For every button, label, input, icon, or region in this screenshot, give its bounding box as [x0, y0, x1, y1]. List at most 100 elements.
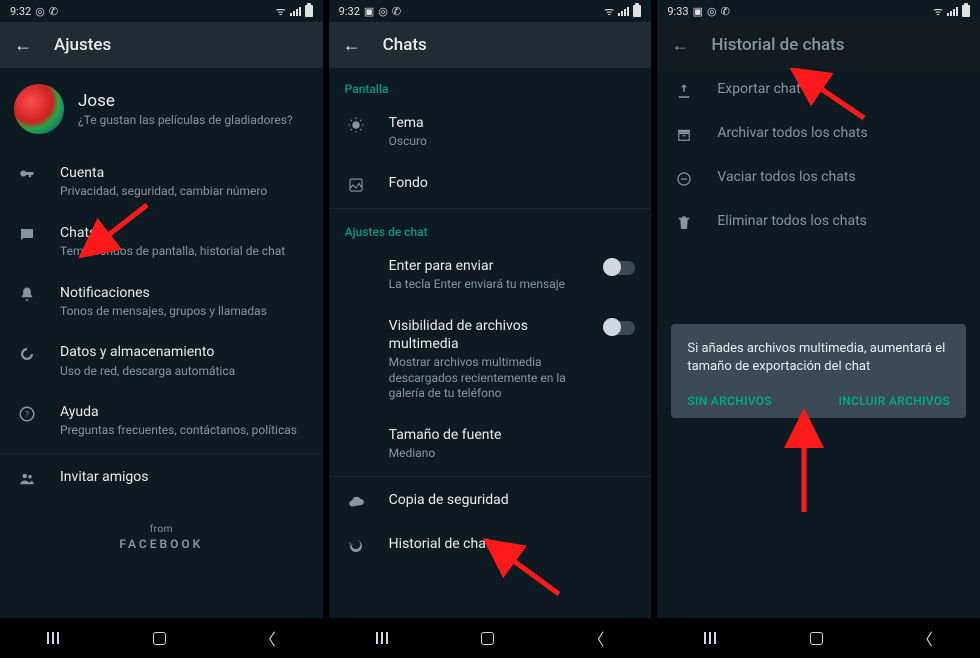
status-icon: ◎	[35, 5, 45, 18]
status-icon: ▣	[693, 5, 703, 18]
chats-item-backup[interactable]: Copia de seguridad	[329, 479, 652, 523]
nav-back[interactable]: 〈	[588, 626, 604, 650]
dialog-include-files-button[interactable]: INCLUIR ARCHIVOS	[838, 394, 950, 408]
nav-home[interactable]	[153, 632, 166, 645]
nav-recents[interactable]	[376, 632, 388, 644]
help-icon: ?	[16, 405, 38, 423]
arrow-annotation	[779, 430, 829, 524]
dialog-message: Si añades archivos multimedia, aumentará…	[687, 340, 950, 376]
history-item-delete[interactable]: Eliminar todos los chats	[657, 200, 980, 244]
item-title: Vaciar todos los chats	[717, 168, 964, 186]
item-title: Tema	[389, 114, 636, 132]
nav-back[interactable]: 〈	[917, 626, 933, 650]
nav-home[interactable]	[481, 632, 494, 645]
profile-status: ¿Te gustan las películas de gladiadores?	[78, 113, 293, 127]
people-icon	[16, 470, 38, 488]
page-title: Historial de chats	[711, 35, 844, 55]
status-time: 9:32	[10, 5, 31, 18]
status-icon: ✆	[721, 5, 730, 18]
item-sub: Mediano	[389, 446, 636, 462]
item-sub: Tonos de mensajes, grupos y llamadas	[60, 304, 307, 320]
footer-brand: from FACEBOOK	[0, 524, 323, 551]
item-title: Cuenta	[60, 164, 307, 182]
page-title: Ajustes	[54, 35, 111, 55]
export-dialog: Si añades archivos multimedia, aumentará…	[671, 324, 966, 418]
signal-icon	[290, 7, 301, 16]
chats-item-history[interactable]: Historial de chats	[329, 523, 652, 567]
nav-home[interactable]	[810, 632, 823, 645]
item-title: Chats	[60, 224, 307, 242]
battery-icon	[962, 5, 970, 17]
item-title: Notificaciones	[60, 284, 307, 302]
chats-content: Pantalla Tema Oscuro Fondo Ajustes de ch…	[329, 68, 652, 618]
history-item-archive[interactable]: Archivar todos los chats	[657, 112, 980, 156]
switch-toggle[interactable]	[605, 261, 635, 275]
divider	[329, 476, 652, 477]
settings-item-chats[interactable]: Chats Tema, fondos de pantalla, historia…	[0, 212, 323, 272]
item-title: Invitar amigos	[60, 468, 307, 486]
status-time: 9:33	[667, 5, 688, 18]
item-sub: Tema, fondos de pantalla, historial de c…	[60, 244, 307, 260]
chats-item-wallpaper[interactable]: Fondo	[329, 162, 652, 206]
item-title: Tamaño de fuente	[389, 426, 636, 444]
settings-item-data[interactable]: Datos y almacenamiento Uso de red, desca…	[0, 331, 323, 391]
trash-icon	[673, 214, 695, 232]
chats-item-enter-send[interactable]: Enter para enviar La tecla Enter enviará…	[329, 245, 652, 305]
item-sub: Oscuro	[389, 134, 636, 150]
nav-bar: 〈	[0, 618, 323, 658]
from-label: from	[0, 524, 323, 535]
chats-item-theme[interactable]: Tema Oscuro	[329, 102, 652, 162]
settings-item-invite[interactable]: Invitar amigos	[0, 456, 323, 500]
item-title: Fondo	[389, 174, 636, 192]
dialog-no-files-button[interactable]: SIN ARCHIVOS	[687, 394, 772, 408]
battery-icon	[633, 5, 641, 17]
appbar: ← Chats	[329, 22, 652, 68]
item-sub: Preguntas frecuentes, contáctanos, polít…	[60, 423, 307, 439]
back-icon[interactable]: ←	[14, 35, 32, 56]
data-usage-icon	[16, 345, 38, 363]
section-chat-settings: Ajustes de chat	[329, 211, 652, 245]
profile-row[interactable]: Jose ¿Te gustan las películas de gladiad…	[0, 68, 323, 152]
clear-icon	[673, 170, 695, 188]
nav-back[interactable]: 〈	[260, 626, 276, 650]
wifi-icon: ᯤ	[276, 4, 286, 19]
status-bar: 9:32 ▣ ◎ ✆ ᯤ	[329, 0, 652, 22]
wifi-icon: ᯤ	[604, 4, 614, 19]
appbar: ← Historial de chats	[657, 22, 980, 68]
nav-bar: 〈	[329, 618, 652, 658]
item-title: Historial de chats	[389, 535, 636, 553]
history-item-export[interactable]: Exportar chat	[657, 68, 980, 112]
phone-settings: 9:32 ◎ ✆ ᯤ ← Ajustes Jose ¿Te gustan las…	[0, 0, 323, 658]
status-icon: ◎	[378, 5, 388, 18]
chats-item-font-size[interactable]: Tamaño de fuente Mediano	[329, 414, 652, 474]
section-display: Pantalla	[329, 68, 652, 102]
switch-toggle[interactable]	[605, 321, 635, 335]
back-icon[interactable]: ←	[343, 35, 361, 56]
wifi-icon: ᯤ	[933, 4, 943, 19]
theme-icon	[345, 116, 367, 134]
item-sub: Privacidad, seguridad, cambiar número	[60, 184, 307, 200]
status-icon: ✆	[49, 5, 58, 18]
cloud-icon	[345, 493, 367, 511]
history-item-clear[interactable]: Vaciar todos los chats	[657, 156, 980, 200]
back-icon[interactable]: ←	[671, 35, 689, 56]
settings-item-account[interactable]: Cuenta Privacidad, seguridad, cambiar nú…	[0, 152, 323, 212]
settings-item-help[interactable]: ? Ayuda Preguntas frecuentes, contáctano…	[0, 391, 323, 451]
appbar: ← Ajustes	[0, 22, 323, 68]
chats-item-media-visibility[interactable]: Visibilidad de archivos multimedia Mostr…	[329, 305, 652, 414]
history-icon	[345, 537, 367, 555]
wallpaper-icon	[345, 176, 367, 194]
item-sub: Mostrar archivos multimedia descargados …	[389, 355, 584, 402]
settings-content: Jose ¿Te gustan las películas de gladiad…	[0, 68, 323, 618]
phone-history: 9:33 ▣ ◎ ✆ ᯤ ← Historial de chats Export…	[657, 0, 980, 658]
nav-bar: 〈	[657, 618, 980, 658]
item-sub: Uso de red, descarga automática	[60, 364, 307, 380]
status-bar: 9:32 ◎ ✆ ᯤ	[0, 0, 323, 22]
status-time: 9:32	[339, 5, 360, 18]
nav-recents[interactable]	[47, 632, 59, 644]
item-title: Ayuda	[60, 403, 307, 421]
item-title: Datos y almacenamiento	[60, 343, 307, 361]
settings-item-notifications[interactable]: Notificaciones Tonos de mensajes, grupos…	[0, 272, 323, 332]
nav-recents[interactable]	[704, 632, 716, 644]
key-icon	[16, 166, 38, 184]
